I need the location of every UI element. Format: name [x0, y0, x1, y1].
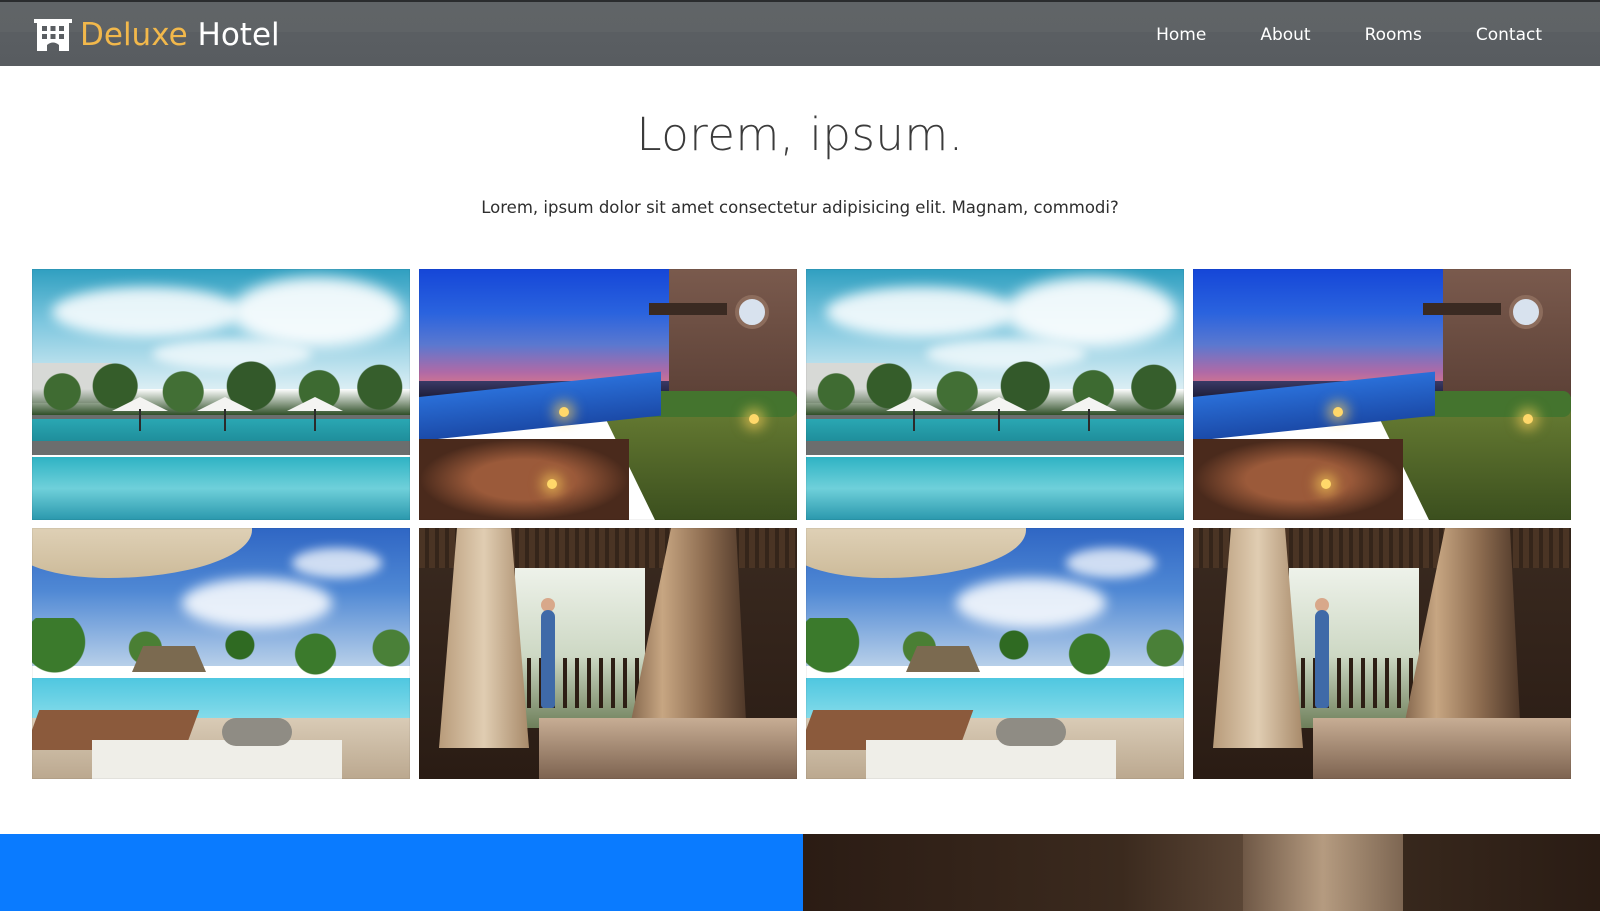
nav-link-rooms[interactable]: Rooms: [1365, 20, 1422, 50]
nav-link-contact[interactable]: Contact: [1476, 20, 1542, 50]
brand-name-rest: Hotel: [187, 17, 280, 53]
nav-link-about[interactable]: About: [1260, 20, 1310, 50]
bedroom-background-image: [803, 834, 1600, 911]
navbar: Deluxe Hotel Home About Rooms Contact: [0, 0, 1600, 66]
hotel-building-icon: [34, 19, 72, 51]
cta-color-block: [0, 834, 803, 911]
gallery-image-terrace[interactable]: [1193, 269, 1571, 520]
gallery-image-bedroom[interactable]: [1193, 528, 1571, 779]
gallery-image-beach[interactable]: [32, 528, 410, 779]
gallery-image-pool[interactable]: [806, 269, 1184, 520]
brand-logo-link[interactable]: Deluxe Hotel: [34, 16, 280, 54]
gallery-image-beach[interactable]: [806, 528, 1184, 779]
section-subtitle: Lorem, ipsum dolor sit amet consectetur …: [481, 198, 1119, 217]
section-title: Lorem, ipsum.: [636, 108, 964, 161]
main-nav: Home About Rooms Contact: [1102, 20, 1542, 50]
gallery-image-pool[interactable]: [32, 269, 410, 520]
brand-name-accent: Deluxe: [80, 17, 188, 53]
nav-link-home[interactable]: Home: [1156, 20, 1206, 50]
brand-name: Deluxe Hotel: [80, 17, 280, 53]
gallery-image-terrace[interactable]: [419, 269, 797, 520]
gallery-image-bedroom[interactable]: [419, 528, 797, 779]
